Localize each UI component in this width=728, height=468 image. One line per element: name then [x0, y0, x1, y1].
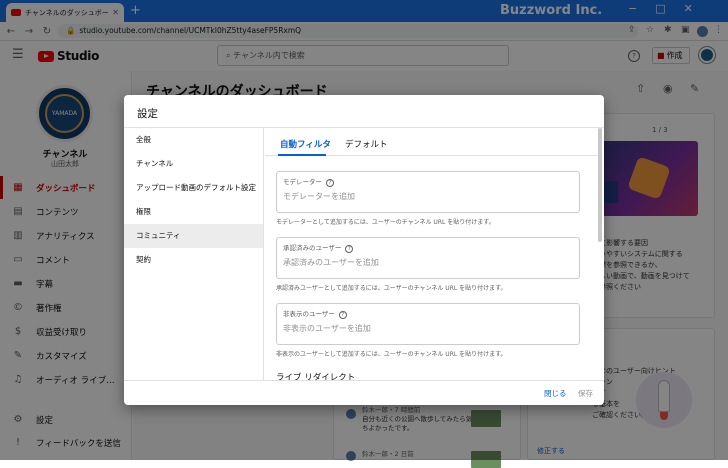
active-tab-indicator [278, 154, 326, 156]
moderators-field[interactable]: モデレーター? モデレーターを追加 [276, 171, 580, 213]
field-hint: モデレーターとして追加するには、ユーザーのチャンネル URL を貼り付けます。 [276, 219, 495, 226]
settings-tabs: 自動フィルタ デフォルト [265, 128, 600, 156]
settings-nav-item[interactable]: コミュニティ [124, 224, 263, 248]
settings-nav-item[interactable]: 契約 [124, 248, 263, 272]
scrollbar[interactable] [598, 128, 602, 242]
help-icon[interactable]: ? [326, 179, 334, 187]
field-label: 非表示のユーザー [283, 310, 335, 318]
hidden-users-field[interactable]: 非表示のユーザー? 非表示のユーザーを追加 [276, 303, 580, 345]
close-button[interactable]: 閉じる [544, 388, 567, 399]
settings-content: 自動フィルタ デフォルト モデレーター? モデレーターを追加 モデレーターとして… [265, 128, 600, 380]
settings-nav-item[interactable]: 権限 [124, 200, 263, 224]
tab-auto-filter[interactable]: 自動フィルタ [280, 138, 331, 150]
settings-nav-item[interactable]: チャンネル [124, 152, 263, 176]
dialog-title: 設定 [137, 108, 158, 120]
field-placeholder: モデレーターを追加 [283, 192, 355, 201]
settings-nav-item[interactable]: 全般 [124, 128, 263, 152]
dialog-footer: 閉じる 保存 [124, 380, 604, 405]
help-icon[interactable]: ? [345, 245, 354, 253]
field-hint: 非表示のユーザーとして追加するには、ユーザーのチャンネル URL を貼り付けます… [276, 351, 507, 358]
settings-nav-item[interactable]: アップロード動画のデフォルト設定 [124, 176, 263, 200]
approved-users-field[interactable]: 承認済みのユーザー? 承認済みのユーザーを追加 [276, 237, 580, 279]
field-hint: 承認済みユーザーとして追加するには、ユーザーのチャンネル URL を貼り付けます… [276, 285, 507, 292]
save-button[interactable]: 保存 [578, 388, 593, 399]
live-redirect-heading: ライブ リダイレクト [276, 373, 356, 380]
field-placeholder: 承認済みのユーザーを追加 [283, 258, 379, 267]
settings-nav: 全般 チャンネル アップロード動画のデフォルト設定 権限 コミュニティ 契約 [124, 128, 264, 380]
tab-defaults[interactable]: デフォルト [345, 138, 388, 150]
settings-dialog: 設定 全般 チャンネル アップロード動画のデフォルト設定 権限 コミュニティ 契約 自動フ… [124, 95, 604, 405]
field-placeholder: 非表示のユーザーを追加 [283, 324, 371, 333]
field-label: 承認済みのユーザー [283, 244, 342, 252]
help-icon[interactable]: ? [338, 311, 347, 319]
field-label: モデレーター [283, 178, 322, 186]
